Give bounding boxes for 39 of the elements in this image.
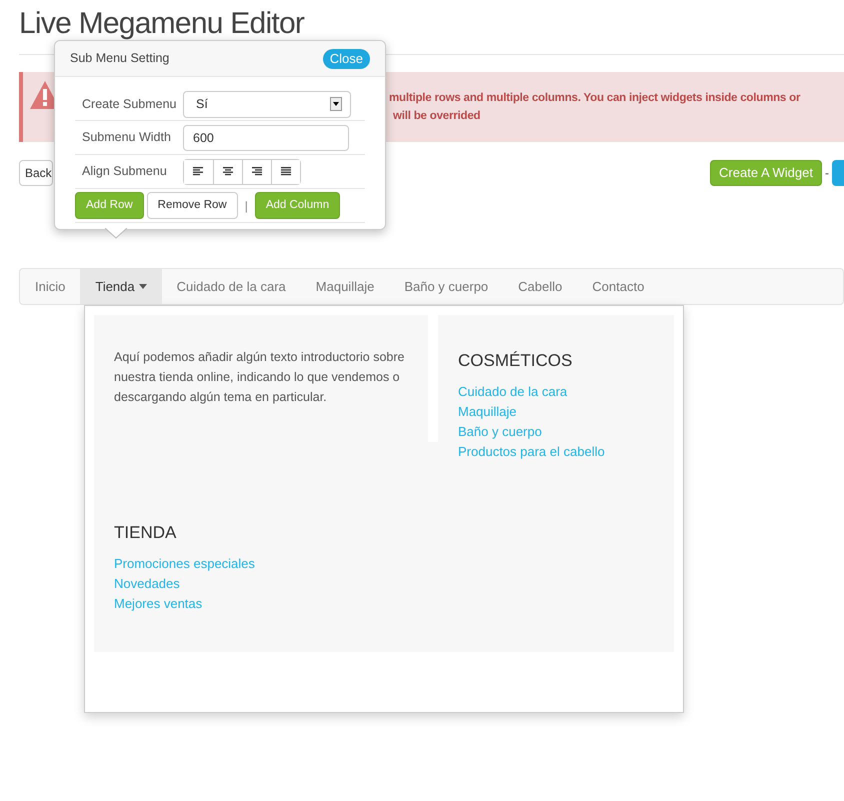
menu-link[interactable]: Mejores ventas <box>114 594 202 614</box>
menu-link[interactable]: Novedades <box>114 574 180 594</box>
popover-title: Sub Menu Setting <box>70 50 170 68</box>
alert-text: multiple rows and multiple columns. You can inject widgets inside columns or <box>389 91 800 106</box>
divider-text: | <box>244 198 248 214</box>
separator-text: - <box>825 165 829 182</box>
field-label: Create Submenu <box>81 96 178 113</box>
align-icon <box>252 167 262 176</box>
width-field[interactable]: 600 <box>183 124 349 150</box>
alert-text: will be overrided <box>392 109 482 124</box>
align-button[interactable] <box>271 160 300 184</box>
section-heading: TIENDA <box>114 522 178 544</box>
menu-link[interactable]: Promociones especiales <box>114 554 255 574</box>
field-label: Align Submenu <box>81 163 168 180</box>
align-icon <box>280 167 292 176</box>
intro-text: Aquí podemos añadir algún texto introductorio sobre nuestra tienda online, indicando lo que vendemos o descargando algún tema en particular. <box>114 349 406 406</box>
menu-link[interactable]: Maquillaje <box>458 402 517 422</box>
menu-link[interactable]: Productos para el cabello <box>458 442 605 462</box>
close-button[interactable]: Close <box>322 48 370 68</box>
nav-item[interactable]: Contacto <box>577 269 660 304</box>
action-button[interactable]: Add Row <box>75 192 144 219</box>
align-icon <box>193 167 204 176</box>
select-field[interactable]: Sí <box>183 90 351 118</box>
action-button[interactable]: Remove Row <box>146 192 238 219</box>
field-label: Submenu Width <box>81 129 172 146</box>
align-icon <box>222 167 234 176</box>
create-widget-button[interactable]: Create A Widget <box>710 160 822 186</box>
section-heading: COSMÉTICOS <box>458 350 574 372</box>
nav-item[interactable]: Tienda <box>80 269 162 304</box>
menu-link[interactable]: Baño y cuerpo <box>458 422 542 442</box>
nav-item[interactable]: Baño y cuerpo <box>389 269 504 304</box>
page-title: Live Megamenu Editor <box>19 6 306 42</box>
nav-item[interactable]: Cabello <box>503 269 578 304</box>
nav-item[interactable]: Inicio <box>20 269 80 304</box>
action-button[interactable]: Add Column <box>254 192 340 219</box>
nav-item[interactable]: Maquillaje <box>300 269 390 304</box>
menu-link[interactable]: Cuidado de la cara <box>458 382 568 402</box>
back-button[interactable]: Back <box>19 160 53 186</box>
nav-item[interactable]: Cuidado de la cara <box>162 269 301 304</box>
